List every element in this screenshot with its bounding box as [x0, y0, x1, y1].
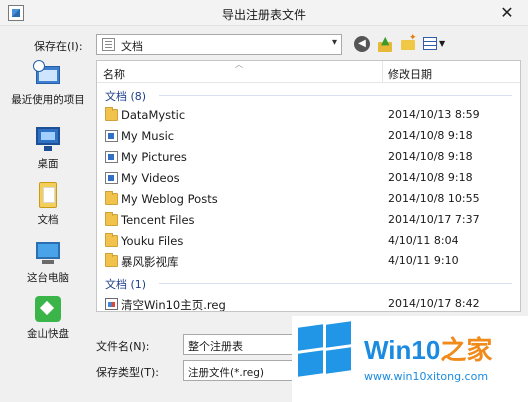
chevron-down-icon: ▾ — [331, 37, 337, 48]
place-documents[interactable]: 文档 — [4, 180, 92, 227]
place-recent[interactable]: 最近使用的项目 — [4, 60, 92, 107]
file-name: 清空Win10主页.reg — [121, 298, 226, 312]
reg-file-icon — [105, 298, 118, 310]
folder-icon — [105, 191, 118, 205]
column-divider[interactable] — [382, 61, 383, 83]
file-row[interactable]: My Pictures 2014/10/8 9:18 — [97, 147, 520, 167]
filetype-label: 保存类型(T): — [96, 366, 160, 379]
watermark-logo: Win10之家 www.win10xitong.com — [292, 316, 528, 402]
window-title: 导出注册表文件 — [221, 8, 306, 22]
file-name: My Pictures — [121, 150, 187, 164]
view-menu-button[interactable]: ▼ — [421, 34, 447, 54]
new-folder-button[interactable]: ✦ — [398, 33, 418, 54]
group-header[interactable]: 文档 (1) — [97, 275, 520, 291]
view-grid-icon — [423, 37, 437, 50]
column-name-header[interactable]: 名称 — [103, 66, 125, 82]
pictures-folder-icon — [105, 151, 118, 163]
up-one-level-button[interactable]: ▲ — [375, 34, 395, 54]
file-row[interactable]: Tencent Files 2014/10/17 7:37 — [97, 210, 520, 230]
place-label: 桌面 — [37, 158, 59, 170]
file-row[interactable]: My Music 2014/10/8 9:18 — [97, 126, 520, 146]
desktop-icon — [33, 124, 63, 154]
group-divider — [159, 95, 512, 96]
file-date: 2014/10/13 8:59 — [388, 108, 480, 121]
places-bar: 最近使用的项目 桌面 文档 这台电脑 金山快盘 — [4, 60, 92, 340]
place-label: 最近使用的项目 — [11, 94, 85, 106]
file-date: 2014/10/17 8:42 — [388, 297, 480, 310]
documents-folder-icon — [102, 38, 115, 51]
column-date-header[interactable]: 修改日期 — [388, 66, 432, 82]
file-name: My Music — [121, 129, 175, 143]
file-name: 暴风影视库 — [121, 255, 179, 269]
file-list[interactable]: 名称 ︿ 修改日期 文档 (8) DataMystic 2014/10/13 8… — [96, 60, 521, 312]
file-row[interactable]: My Weblog Posts 2014/10/8 10:55 — [97, 189, 520, 209]
kuaipan-icon — [33, 294, 63, 324]
file-date: 2014/10/8 10:55 — [388, 192, 480, 205]
up-arrow-icon: ▲ — [381, 34, 390, 47]
folder-icon — [105, 253, 118, 267]
group-header[interactable]: 文档 (8) — [97, 87, 520, 103]
place-label: 这台电脑 — [27, 272, 69, 284]
place-desktop[interactable]: 桌面 — [4, 124, 92, 171]
file-row[interactable]: My Videos 2014/10/8 9:18 — [97, 168, 520, 188]
back-arrow-icon: ◀ — [354, 36, 370, 52]
file-date: 2014/10/8 9:18 — [388, 171, 473, 184]
file-date: 4/10/11 9:10 — [388, 254, 459, 267]
sparkle-icon: ✦ — [409, 33, 417, 43]
folder-icon — [105, 107, 118, 121]
file-name: My Videos — [121, 171, 180, 185]
file-name: Tencent Files — [121, 213, 195, 227]
title-bar: 导出注册表文件 ✕ — [0, 0, 528, 26]
save-in-value: 文档 — [121, 40, 143, 53]
file-date: 2014/10/8 9:18 — [388, 150, 473, 163]
this-pc-icon — [33, 238, 63, 268]
file-row[interactable]: 清空Win10主页.reg 2014/10/17 8:42 — [97, 294, 520, 312]
documents-icon — [33, 180, 63, 210]
windows-logo-icon — [298, 321, 352, 377]
group-label: 文档 (8) — [105, 90, 147, 103]
folder-icon — [105, 212, 118, 226]
file-row[interactable]: DataMystic 2014/10/13 8:59 — [97, 105, 520, 125]
place-kuaipan[interactable]: 金山快盘 — [4, 294, 92, 341]
recent-places-icon — [33, 60, 63, 90]
chevron-down-icon: ▼ — [439, 39, 446, 48]
folder-icon — [105, 233, 118, 247]
file-name: Youku Files — [121, 234, 184, 248]
group-label: 文档 (1) — [105, 278, 147, 291]
save-in-dropdown[interactable]: 文档 ▾ — [96, 34, 342, 55]
group-divider — [159, 283, 512, 284]
watermark-url: www.win10xitong.com — [364, 370, 489, 383]
sort-ascending-icon: ︿ — [235, 60, 243, 69]
place-this-pc[interactable]: 这台电脑 — [4, 238, 92, 285]
file-row[interactable]: 暴风影视库 4/10/11 9:10 — [97, 251, 520, 271]
music-folder-icon — [105, 130, 118, 142]
save-in-label: 保存在(I): — [34, 40, 83, 53]
file-date: 2014/10/8 9:18 — [388, 129, 473, 142]
filename-input[interactable]: 整个注册表 — [183, 334, 305, 355]
filename-label: 文件名(N): — [96, 340, 150, 353]
videos-folder-icon — [105, 172, 118, 184]
file-date: 2014/10/17 7:37 — [388, 213, 480, 226]
watermark-brand: Win10之家 — [364, 335, 493, 365]
column-header-row: 名称 ︿ 修改日期 — [97, 61, 520, 83]
close-button[interactable]: ✕ — [496, 3, 518, 23]
file-name: My Weblog Posts — [121, 192, 218, 206]
place-label: 文档 — [37, 214, 59, 226]
file-row[interactable]: Youku Files 4/10/11 8:04 — [97, 231, 520, 251]
file-name: DataMystic — [121, 108, 186, 122]
back-button[interactable]: ◀ — [352, 34, 372, 54]
filetype-select[interactable]: 注册文件(*.reg) — [183, 360, 305, 381]
place-label: 金山快盘 — [27, 328, 69, 340]
file-date: 4/10/11 8:04 — [388, 234, 459, 247]
